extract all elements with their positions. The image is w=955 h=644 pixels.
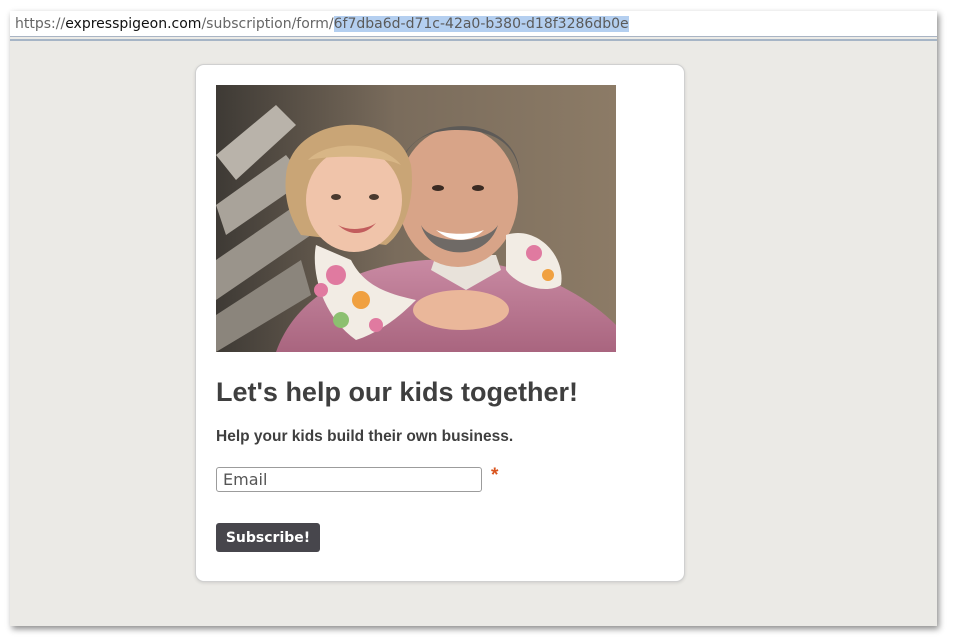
email-input[interactable] — [216, 467, 482, 492]
url-selected-text: 6f7dba6d-d71c-42a0-b380-d18f3286db0e — [333, 15, 629, 32]
browser-window: https://expresspigeon.com/subscription/f… — [10, 11, 937, 626]
subscription-form-card: Let's help our kids together! Help your … — [195, 64, 685, 582]
url-path: /subscription/form/ — [201, 15, 334, 32]
hero-photo — [216, 85, 616, 352]
subscribe-button[interactable]: Subscribe! — [216, 523, 320, 552]
required-asterisk: * — [491, 465, 499, 486]
url-host: expresspigeon.com — [65, 15, 202, 32]
address-bar[interactable]: https://expresspigeon.com/subscription/f… — [10, 11, 937, 37]
toolbar-divider — [10, 39, 937, 41]
form-headline: Let's help our kids together! — [216, 377, 578, 407]
form-subline: Help your kids build their own business. — [216, 428, 514, 445]
hero-photo-illustration — [216, 85, 616, 352]
url-scheme: https:// — [15, 15, 66, 32]
